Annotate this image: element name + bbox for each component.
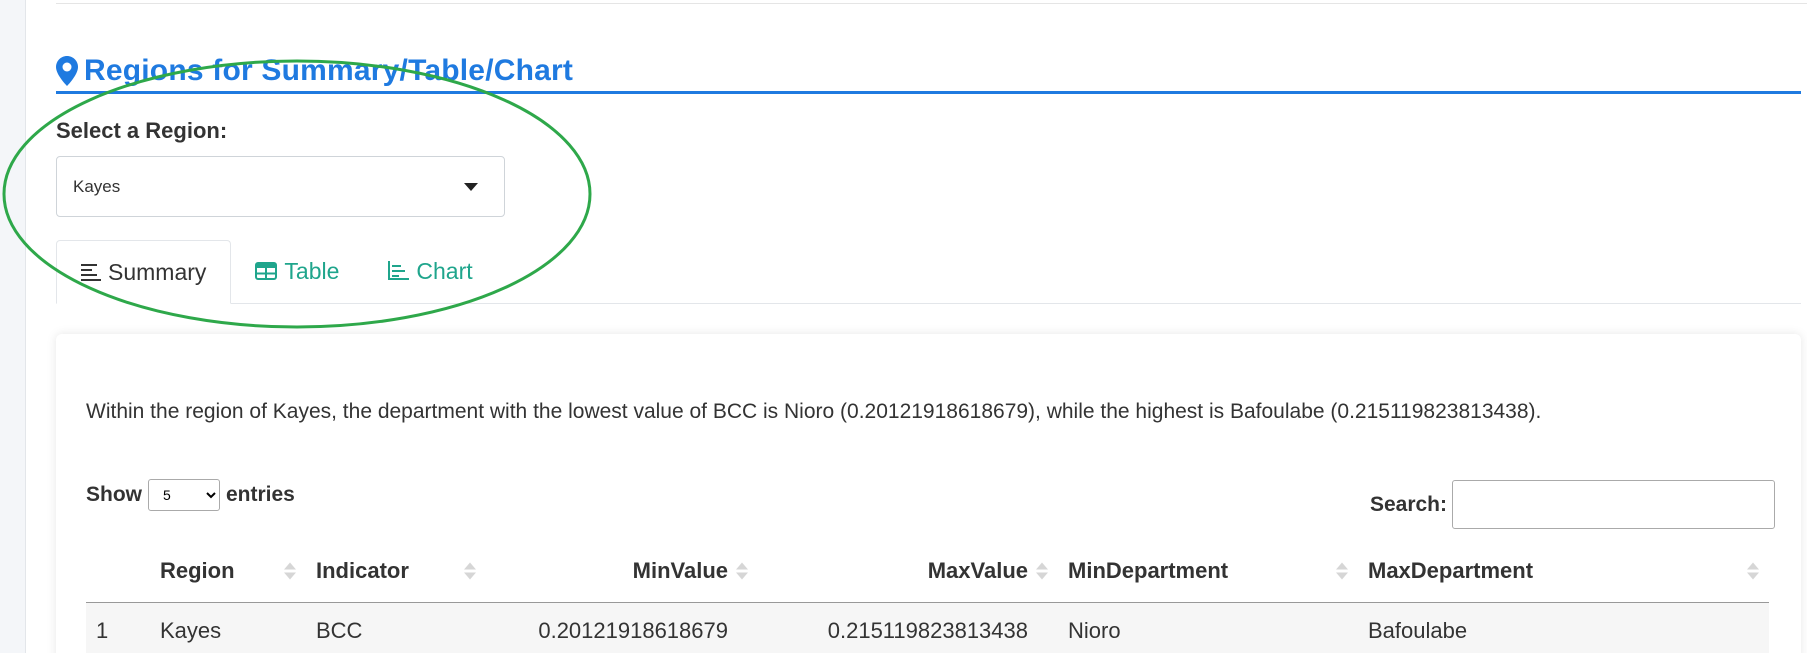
table-icon [255, 262, 278, 280]
column-header-label: MinDepartment [1068, 557, 1229, 583]
tab-chart-label: Chart [416, 257, 473, 284]
column-header-label: Indicator [316, 557, 409, 583]
tab-table[interactable]: Table [231, 239, 363, 303]
data-table: Region Indicator MinValue MaxValue MinDe… [86, 540, 1769, 653]
page-length-select[interactable]: 5 [148, 479, 220, 511]
section-header: Regions for Summary/Table/Chart [56, 50, 1801, 94]
table-row[interactable]: 1 Kayes BCC 0.20121918618679 0.215119823… [86, 602, 1769, 653]
cell-maxvalue: 0.215119823813438 [758, 602, 1058, 653]
page-length-control: Show 5 entries [86, 479, 295, 511]
search-label: Search: [1369, 492, 1447, 516]
map-marker-icon [56, 55, 78, 86]
column-header-label: Region [160, 557, 235, 583]
column-header-region[interactable]: Region [150, 540, 306, 603]
column-header-label: MaxValue [927, 557, 1028, 583]
column-header-maxvalue[interactable]: MaxValue [758, 540, 1058, 603]
show-label: Show [86, 483, 142, 506]
column-header-maxdepartment[interactable]: MaxDepartment [1358, 540, 1769, 603]
column-header-mindepartment[interactable]: MinDepartment [1058, 540, 1358, 603]
sort-icon [1036, 562, 1048, 580]
cell-maxdepartment: Bafoulabe [1358, 602, 1769, 653]
cell-mindepartment: Nioro [1058, 602, 1358, 653]
column-header-index [86, 540, 150, 603]
column-header-label: MinValue [632, 557, 728, 583]
sort-icon [736, 562, 748, 580]
align-left-icon [81, 264, 101, 281]
cell-index: 1 [86, 602, 150, 653]
tab-summary[interactable]: Summary [56, 240, 232, 304]
column-header-minvalue[interactable]: MinValue [486, 540, 758, 603]
column-header-label: MaxDepartment [1368, 557, 1534, 583]
main-panel: Regions for Summary/Table/Chart Select a… [25, 0, 1807, 653]
cell-minvalue: 0.20121918618679 [486, 602, 758, 653]
search-input[interactable] [1452, 480, 1775, 529]
sort-icon [1336, 562, 1348, 580]
tab-chart[interactable]: Chart [363, 239, 496, 303]
sort-icon [1747, 562, 1759, 580]
region-select-value: Kayes [73, 176, 121, 196]
region-select[interactable]: Kayes [56, 156, 505, 217]
chart-bar-icon [388, 261, 410, 280]
summary-text: Within the region of Kayes, the departme… [86, 400, 1542, 423]
table-header-row: Region Indicator MinValue MaxValue MinDe… [86, 540, 1769, 603]
tab-summary-label: Summary [108, 258, 207, 285]
search-control: Search: [1370, 480, 1775, 529]
section-title: Regions for Summary/Table/Chart [84, 53, 574, 87]
region-select-label: Select a Region: [56, 118, 228, 143]
top-divider [56, 3, 1807, 4]
column-header-indicator[interactable]: Indicator [306, 540, 486, 603]
cell-region: Kayes [150, 602, 306, 653]
cell-indicator: BCC [306, 602, 486, 653]
summary-card: Within the region of Kayes, the departme… [56, 334, 1801, 653]
sort-icon [464, 562, 476, 580]
entries-label: entries [226, 483, 295, 506]
tab-bar: Summary Table Chart [56, 240, 1801, 304]
tab-table-label: Table [284, 257, 340, 284]
sort-icon [284, 562, 296, 580]
caret-down-icon [464, 182, 478, 191]
